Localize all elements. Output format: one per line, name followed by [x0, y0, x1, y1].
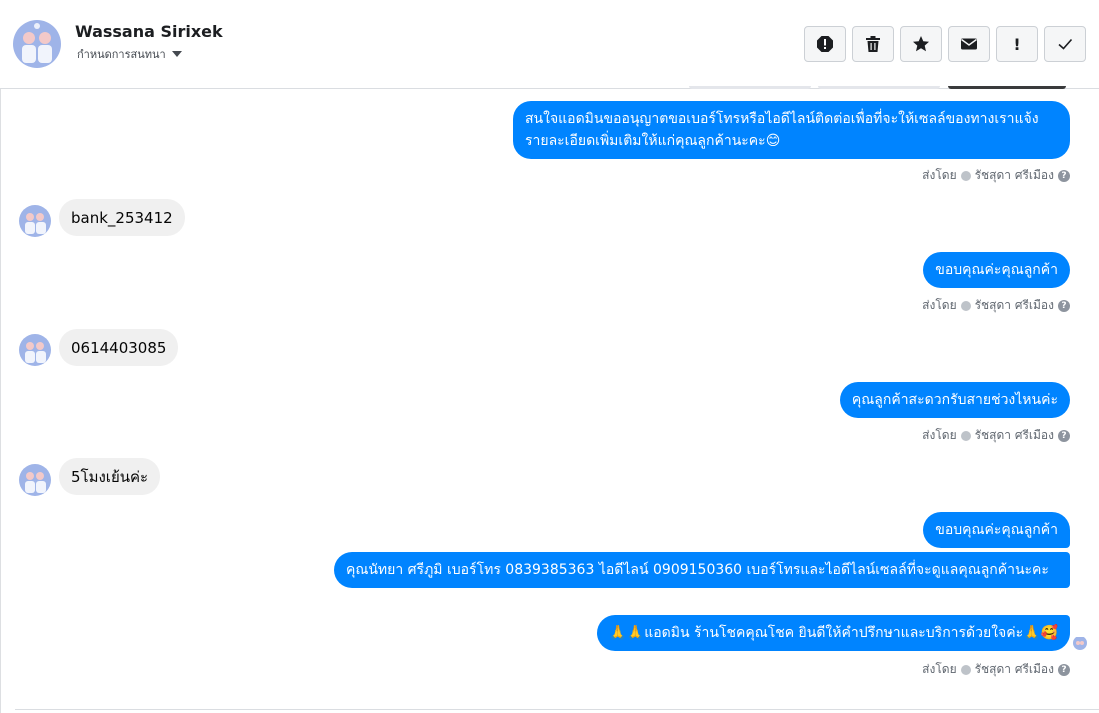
sent-by-prefix: ส่งโดย — [922, 662, 957, 676]
contact-avatar-small[interactable] — [19, 205, 51, 237]
previous-attachment — [818, 86, 940, 89]
incoming-message: 0614403085 — [59, 329, 179, 366]
trash-icon — [866, 36, 880, 52]
mark-unread-button[interactable] — [948, 26, 990, 62]
sent-by-info: ส่งโดย รัชสุดา ศรีเมือง ? — [922, 296, 1070, 315]
sent-by-prefix: ส่งโดย — [922, 168, 957, 182]
sent-by-prefix: ส่งโดย — [922, 428, 957, 442]
sent-by-agent[interactable]: รัชสุดา ศรีเมือง — [975, 166, 1054, 185]
sent-by-agent[interactable]: รัชสุดา ศรีเมือง — [975, 296, 1054, 315]
incoming-message: bank_253412 — [59, 199, 185, 236]
conversation-header: Wassana Sirixek กำหนดการสนทนา ! — [0, 0, 1099, 89]
action-toolbar: ! — [804, 26, 1086, 62]
help-icon[interactable]: ? — [1058, 169, 1070, 182]
outgoing-message: ขอบคุณค่ะคุณลูกค้า — [923, 252, 1070, 288]
sent-by-agent[interactable]: รัชสุดา ศรีเมือง — [975, 660, 1054, 679]
incoming-message: 5โมงเย้นค่ะ — [59, 458, 161, 495]
outgoing-message: 🙏🙏แอดมิน ร้านโชคคุณโชค ยินดีให้คำปรึกษาแ… — [597, 615, 1070, 651]
delete-button[interactable] — [852, 26, 894, 62]
star-icon — [913, 36, 929, 52]
help-icon[interactable]: ? — [1058, 299, 1070, 312]
conversation-label-dropdown[interactable]: กำหนดการสนทนา — [77, 45, 182, 63]
follow-up-button[interactable]: ! — [996, 26, 1038, 62]
contact-avatar-small[interactable] — [19, 464, 51, 496]
outgoing-message: คุณนัทยา ศรีภูมิ เบอร์โทร 0839385363 ไอด… — [334, 552, 1070, 588]
sent-by-prefix: ส่งโดย — [922, 298, 957, 312]
agent-icon — [960, 664, 971, 675]
agent-icon — [960, 170, 971, 181]
previous-attachment — [689, 86, 811, 89]
envelope-icon — [961, 38, 977, 50]
previous-attachment — [948, 86, 1066, 89]
outgoing-message: ขอบคุณค่ะคุณลูกค้า — [923, 512, 1070, 548]
agent-icon — [960, 430, 971, 441]
exclamation-icon: ! — [1013, 34, 1021, 54]
left-border — [0, 0, 1, 713]
star-button[interactable] — [900, 26, 942, 62]
sent-by-info: ส่งโดย รัชสุดา ศรีเมือง ? — [922, 426, 1070, 445]
outgoing-message: คุณลูกค้าสะดวกรับสายช่วงไหนค่ะ — [839, 382, 1070, 418]
spam-icon — [817, 36, 833, 52]
mark-done-button[interactable] — [1044, 26, 1086, 62]
contact-avatar[interactable] — [13, 20, 61, 68]
sent-by-info: ส่งโดย รัชสุดา ศรีเมือง ? — [922, 660, 1070, 679]
check-icon — [1058, 38, 1073, 50]
sent-by-agent[interactable]: รัชสุดา ศรีเมือง — [975, 426, 1054, 445]
seen-avatar — [1073, 636, 1087, 650]
contact-name[interactable]: Wassana Sirixek — [75, 22, 223, 41]
contact-avatar-small[interactable] — [19, 334, 51, 366]
conversation-label: กำหนดการสนทนา — [77, 48, 166, 61]
mark-spam-button[interactable] — [804, 26, 846, 62]
help-icon[interactable]: ? — [1058, 429, 1070, 442]
outgoing-message: สนใจแอดมินขออนุญาตขอเบอร์โทรหรือไอดีไลน์… — [513, 101, 1070, 159]
composer-top-border — [15, 709, 1099, 711]
help-icon[interactable]: ? — [1058, 663, 1070, 676]
caret-down-icon — [171, 51, 182, 57]
agent-icon — [960, 300, 971, 311]
sent-by-info: ส่งโดย รัชสุดา ศรีเมือง ? — [922, 166, 1070, 185]
